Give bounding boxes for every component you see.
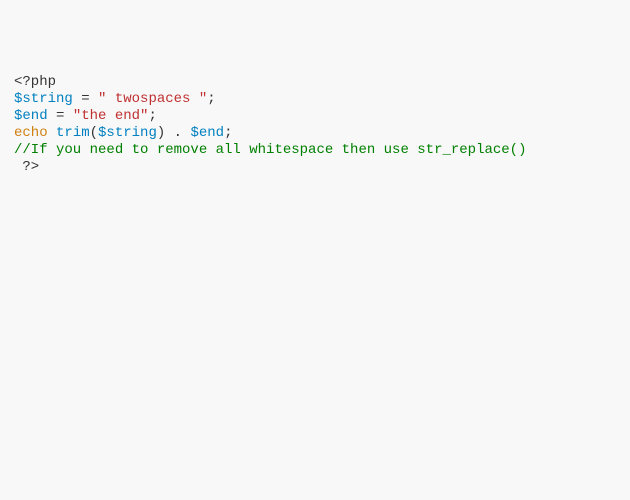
func-trim: trim bbox=[56, 125, 90, 141]
php-open-tag: <?php bbox=[14, 74, 56, 90]
comment: //If you need to remove all whitespace t… bbox=[14, 142, 526, 158]
code-line-6: ?> bbox=[14, 159, 616, 176]
php-close-tag: ?> bbox=[14, 159, 39, 175]
code-line-5: //If you need to remove all whitespace t… bbox=[14, 142, 616, 159]
op-eq: = bbox=[73, 91, 98, 107]
op-concat: . bbox=[165, 125, 190, 141]
var-end-arg: $end bbox=[190, 125, 224, 141]
var-end: $end bbox=[14, 108, 48, 124]
paren-open: ( bbox=[90, 125, 98, 141]
code-line-1: <?php bbox=[14, 74, 616, 91]
space bbox=[48, 125, 56, 141]
semicolon: ; bbox=[224, 125, 232, 141]
keyword-echo: echo bbox=[14, 125, 48, 141]
paren-close: ) bbox=[157, 125, 165, 141]
code-line-4: echo trim($string) . $end; bbox=[14, 125, 616, 142]
code-line-3: $end = "the end"; bbox=[14, 108, 616, 125]
var-string: $string bbox=[14, 91, 73, 107]
semicolon: ; bbox=[207, 91, 215, 107]
code-block: <?php$string = " twospaces ";$end = "the… bbox=[14, 74, 616, 176]
code-line-2: $string = " twospaces "; bbox=[14, 91, 616, 108]
op-eq: = bbox=[48, 108, 73, 124]
var-string-arg: $string bbox=[98, 125, 157, 141]
string-literal: " twospaces " bbox=[98, 91, 207, 107]
string-literal: "the end" bbox=[73, 108, 149, 124]
semicolon: ; bbox=[148, 108, 156, 124]
